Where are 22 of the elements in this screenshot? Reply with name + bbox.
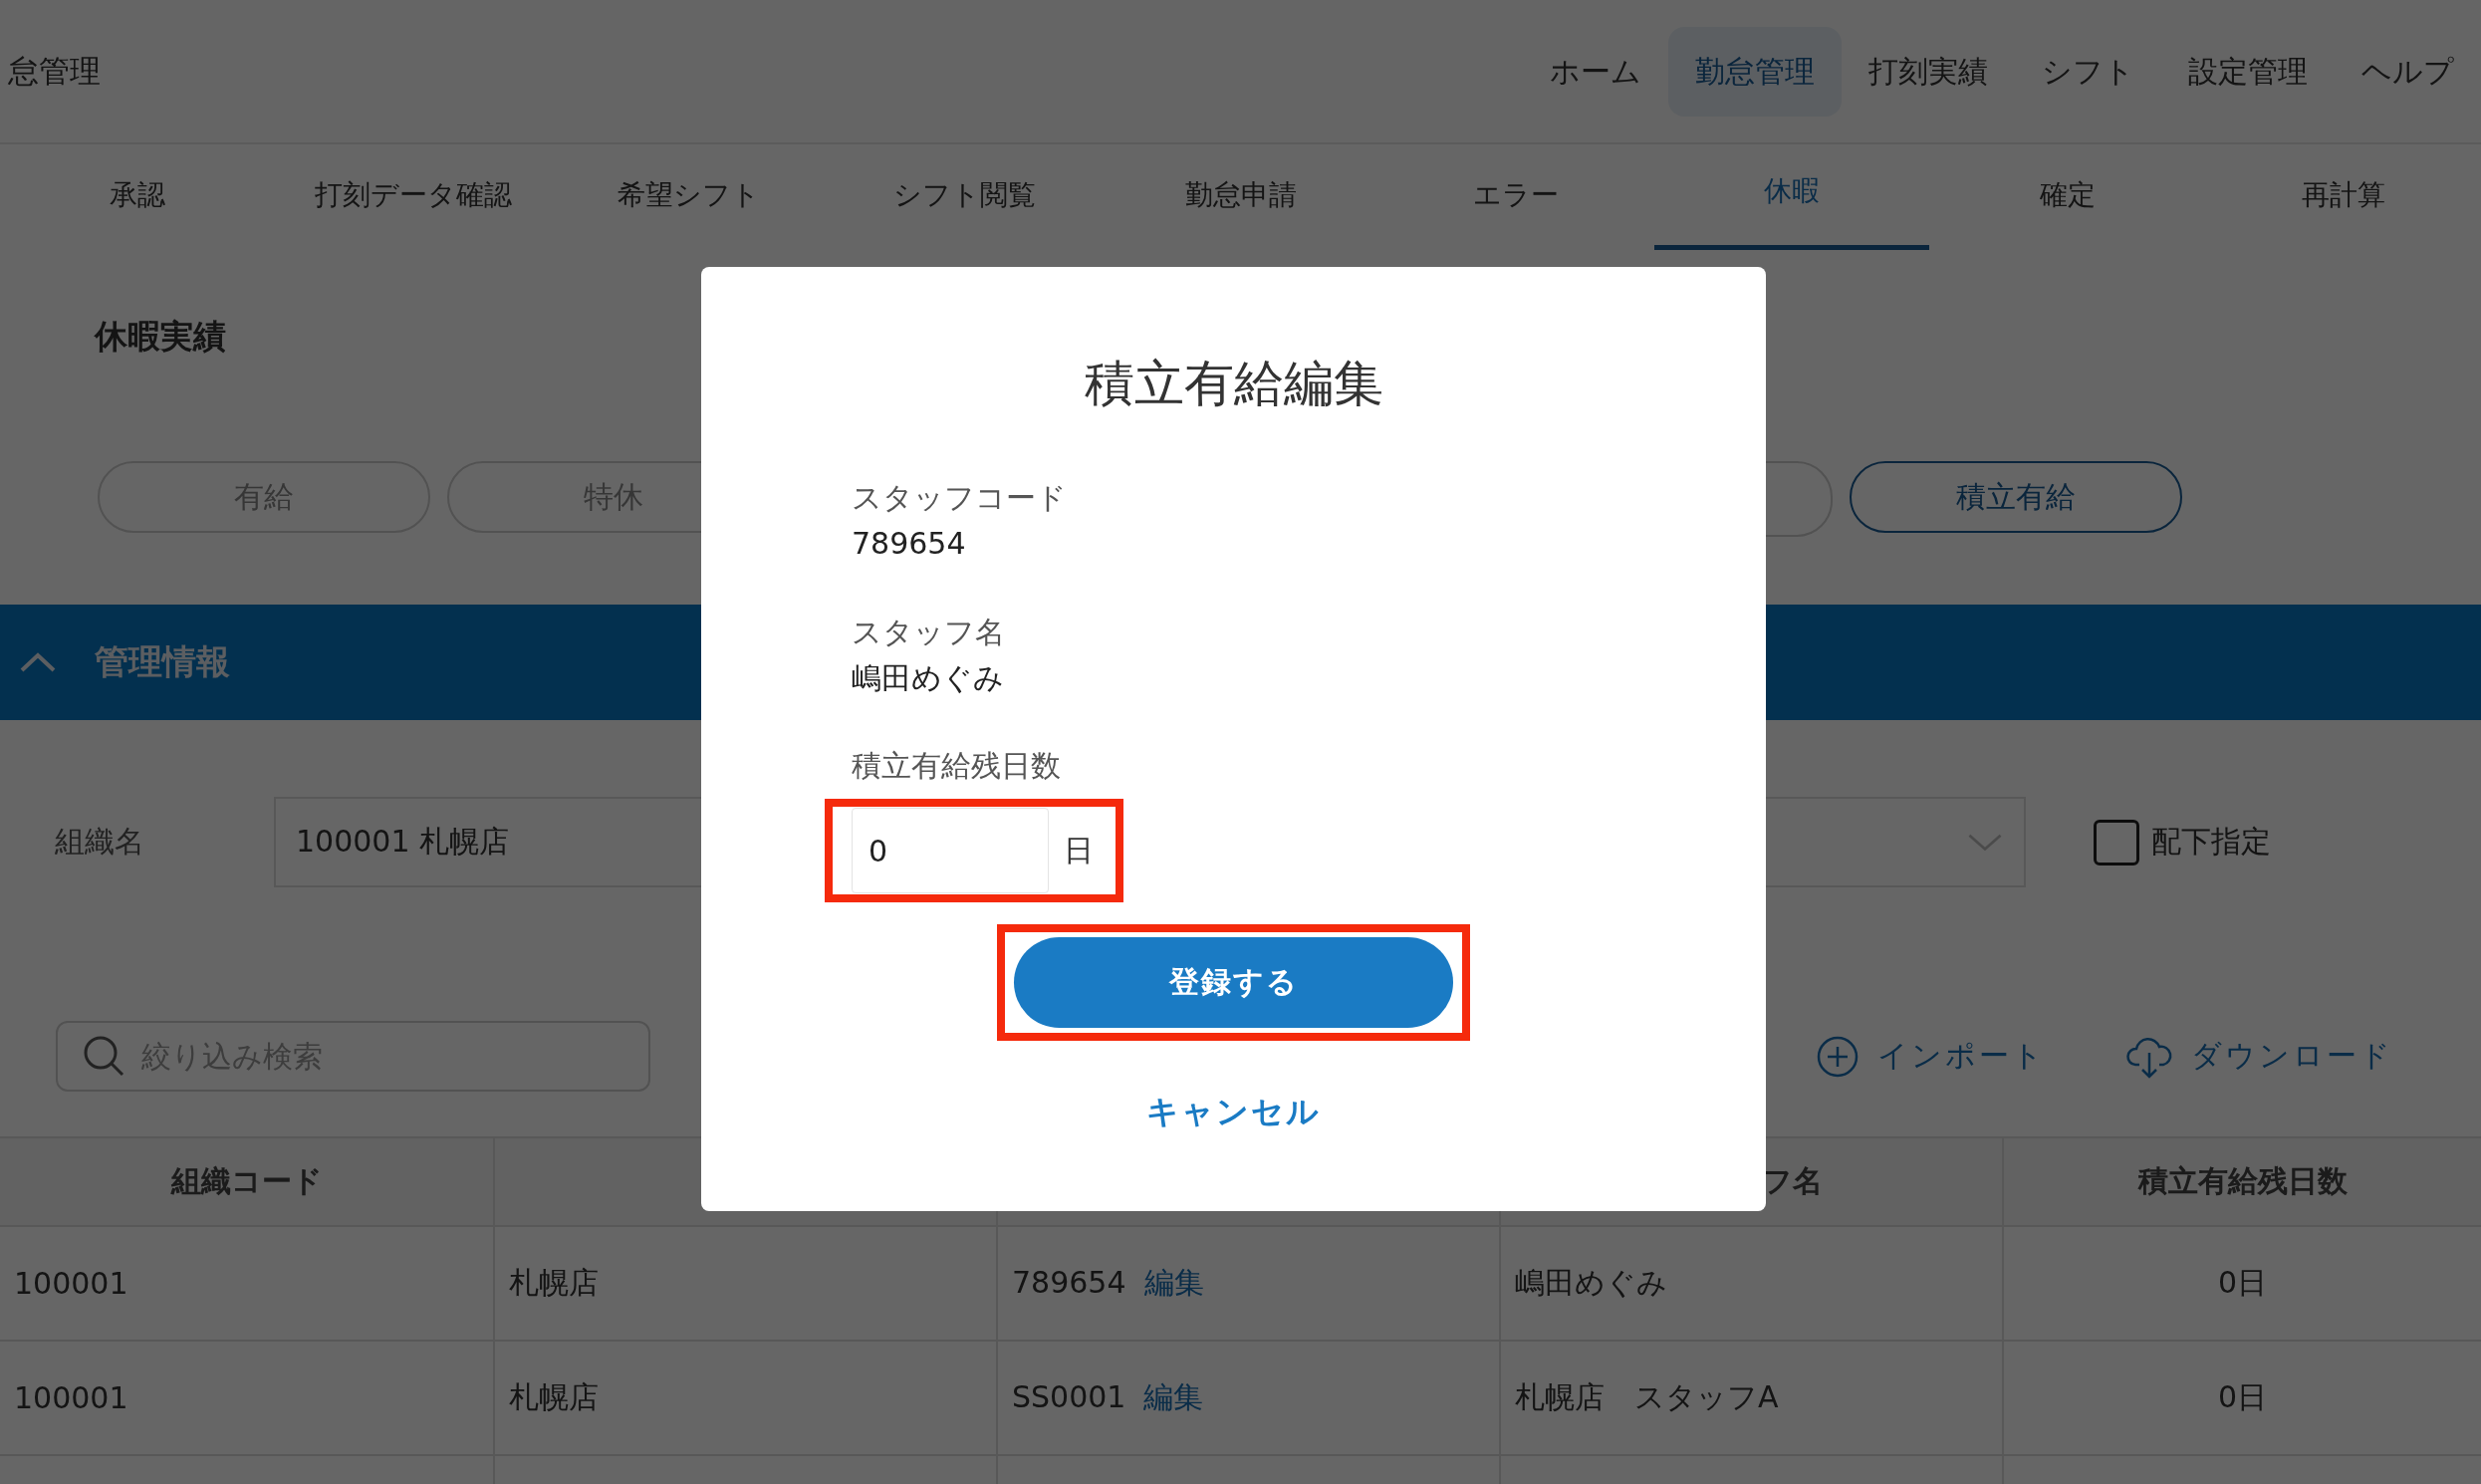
table-cell: 札幌店 <box>494 1341 997 1455</box>
table-cell: 100001 <box>0 1226 494 1341</box>
table-cell: 789654 編集 <box>997 1226 1500 1341</box>
column-header: 積立有給残日数 <box>2003 1137 2481 1226</box>
table-cell: 札幌店 <box>494 1226 997 1341</box>
panel-title: 管理情報 <box>95 640 230 683</box>
dialog-title: 積立有給編集 <box>1083 354 1384 414</box>
field-label: スタッフコード <box>852 479 1068 517</box>
field-label: スタッフ名 <box>852 614 1006 651</box>
unit-label: 日 <box>1062 831 1095 869</box>
field-value: 嶋田めぐみ <box>852 659 1005 697</box>
column-header: 組織コード <box>0 1137 494 1226</box>
field-label: 積立有給残日数 <box>852 747 1062 785</box>
app-title: 怠管理 <box>7 51 101 91</box>
table-cell: 100001 <box>0 1341 494 1455</box>
table-cell: SS0001 編集 <box>997 1341 1500 1455</box>
field-label: 組織名 <box>54 823 145 861</box>
section-title: 休暇実績 <box>93 316 227 358</box>
table-cell: 嶋田めぐみ <box>1500 1226 2003 1341</box>
table-cell: 札幌店 スタッフA <box>1500 1341 2003 1455</box>
field-value: 789654 <box>852 525 967 563</box>
checkbox-label: 配下指定 <box>2151 823 2271 861</box>
